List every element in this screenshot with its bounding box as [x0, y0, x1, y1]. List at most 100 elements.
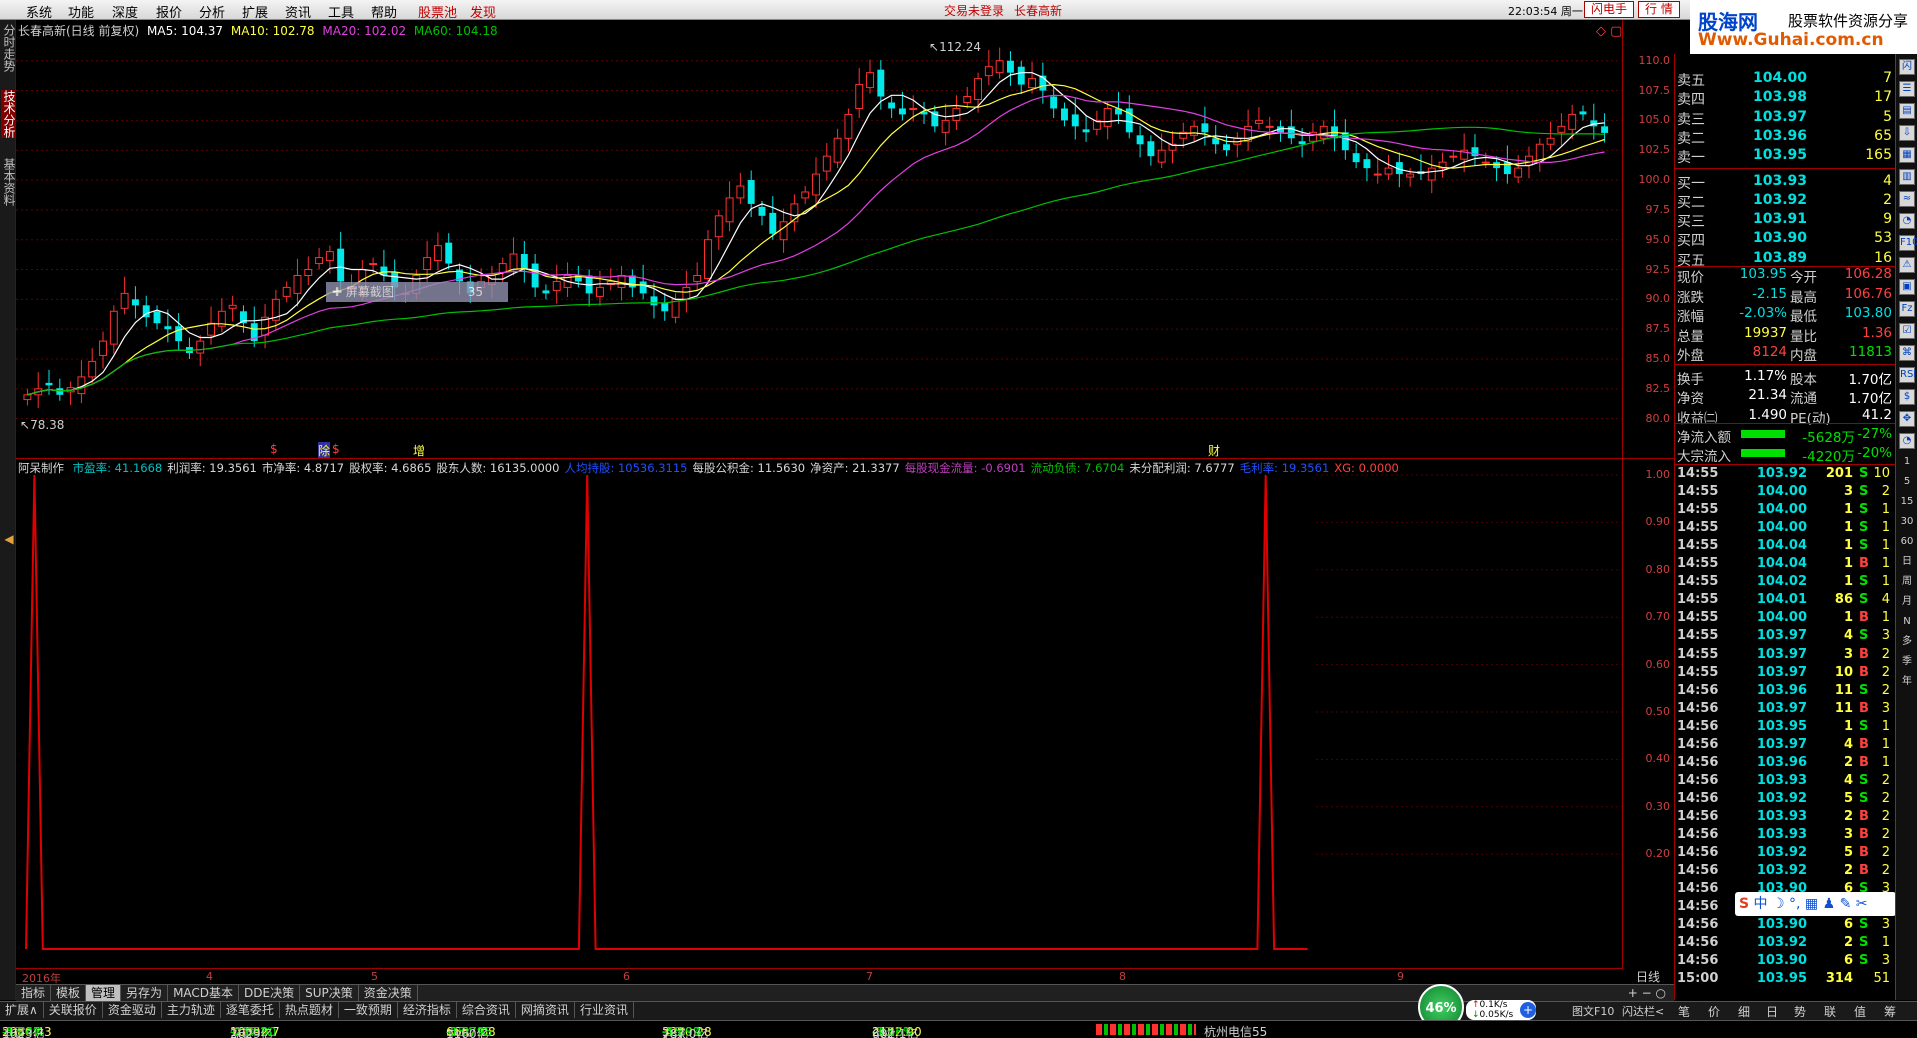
toolbar-icon[interactable]: 1: [1899, 455, 1915, 471]
toolbar-icon[interactable]: 月: [1899, 595, 1915, 611]
ask-row[interactable]: 卖二 103.96 65: [1675, 128, 1896, 147]
toolbar-icon[interactable]: ▣: [1899, 279, 1915, 295]
tab-save-as[interactable]: 另存为: [121, 985, 169, 1001]
toolbar-icon[interactable]: ▤: [1899, 103, 1915, 119]
toolbar-icon[interactable]: ▥: [1899, 169, 1915, 185]
toolbar-icon[interactable]: 周: [1899, 575, 1915, 591]
tab-tick[interactable]: 笔: [1678, 1003, 1690, 1020]
toolbar-icon[interactable]: 30: [1899, 515, 1915, 531]
toolbar-icon[interactable]: 季: [1899, 655, 1915, 671]
toolbar-icon[interactable]: ▦: [1899, 147, 1915, 163]
toolbar-icon[interactable]: 日: [1899, 555, 1915, 571]
tab-value[interactable]: 值: [1854, 1003, 1866, 1020]
tab-fund[interactable]: 资金决策: [359, 985, 418, 1001]
tab-macd[interactable]: MACD基本: [168, 985, 240, 1001]
event-mark-increase[interactable]: 增: [413, 442, 425, 459]
chart-corner-diamond-icon[interactable]: ◇ ▢: [1596, 24, 1622, 39]
bid-row[interactable]: 买三 103.91 9: [1675, 211, 1896, 230]
toolbar-icon[interactable]: RSI: [1899, 367, 1916, 383]
toolbar-icon[interactable]: 年: [1899, 675, 1915, 691]
menu-depth[interactable]: 深度: [112, 2, 138, 21]
tab-main-track[interactable]: 主力轨迹: [162, 1002, 221, 1018]
ask-row[interactable]: 卖四 103.98 17: [1675, 89, 1896, 108]
tab-related-quote[interactable]: 关联报价: [44, 1002, 103, 1018]
tab-trend[interactable]: 势: [1794, 1003, 1806, 1020]
quotes-button[interactable]: 行 情: [1638, 1, 1680, 18]
toolbar-icon[interactable]: ⌘: [1899, 345, 1915, 361]
menu-news[interactable]: 资讯: [285, 2, 311, 21]
tab-web-news[interactable]: 网摘资讯: [516, 1002, 575, 1018]
tab-day[interactable]: 日: [1766, 1003, 1778, 1020]
tab-economic[interactable]: 经济指标: [398, 1002, 457, 1018]
toolbar-icon[interactable]: N: [1899, 615, 1915, 631]
server-name[interactable]: 杭州电信55: [1204, 1023, 1267, 1038]
toolbar-icon[interactable]: ⚠: [1899, 257, 1915, 273]
tab-price[interactable]: 价: [1708, 1003, 1720, 1020]
tab-technical[interactable]: 技术分析: [1, 90, 16, 138]
toolbar-icon[interactable]: $: [1899, 389, 1915, 405]
tab-consensus[interactable]: 一致预期: [339, 1002, 398, 1018]
toolbar-icon[interactable]: ☑: [1899, 323, 1915, 339]
toolbar-icon[interactable]: ✥: [1899, 411, 1915, 427]
tab-link[interactable]: 联: [1824, 1003, 1836, 1020]
bid-row[interactable]: 买四 103.90 53: [1675, 230, 1896, 249]
tab-fundamentals[interactable]: 基本资料: [1, 158, 16, 206]
menu-help[interactable]: 帮助: [371, 2, 397, 21]
bid-row[interactable]: 买二 103.92 2: [1675, 192, 1896, 211]
event-mark-exright[interactable]: 除: [318, 442, 331, 459]
indicator-chart[interactable]: 阿呆制作 市盈率: 41.1668 利润率: 19.3561 市净率: 4.8717…: [16, 458, 1623, 968]
toolbar-icon[interactable]: 闪: [1899, 59, 1915, 75]
event-mark-dividend[interactable]: $: [270, 442, 278, 456]
tab-news[interactable]: 综合资讯: [457, 1002, 516, 1018]
flash-trade-button[interactable]: 闪电手: [1584, 1, 1635, 18]
toolbar-icon[interactable]: 15: [1899, 495, 1915, 511]
menu-analysis[interactable]: 分析: [199, 2, 225, 21]
menu-extend[interactable]: 扩展: [242, 2, 268, 21]
ask-row[interactable]: 卖五 104.00 7: [1675, 70, 1896, 89]
toolbar-icon[interactable]: ◔: [1899, 213, 1915, 229]
tab-detail[interactable]: 细: [1738, 1003, 1750, 1020]
menu-quote[interactable]: 报价: [156, 2, 182, 21]
event-mark-dividend[interactable]: $: [332, 442, 340, 456]
tab-hot-topic[interactable]: 热点题材: [280, 1002, 339, 1018]
toolbar-icon[interactable]: ⇩: [1899, 125, 1915, 141]
toolbar-icon[interactable]: 60: [1899, 535, 1915, 551]
tab-extend[interactable]: 扩展∧: [0, 1002, 44, 1018]
toolbar-icon[interactable]: ◔: [1899, 433, 1915, 449]
menu-system[interactable]: 系统: [26, 2, 52, 21]
tab-order-detail[interactable]: 逐笔委托: [221, 1002, 280, 1018]
toolbar-icon[interactable]: Fz: [1899, 301, 1915, 317]
ask-row[interactable]: 卖一 103.95 165: [1675, 147, 1896, 166]
zoom-controls[interactable]: + − ○: [1628, 986, 1666, 1000]
collapse-arrow-icon[interactable]: ◀: [1, 532, 16, 546]
tab-intraday[interactable]: 分时走势: [1, 24, 16, 72]
menu-function[interactable]: 功能: [68, 2, 94, 21]
tab-flash-bar[interactable]: 闪达栏<: [1622, 1003, 1664, 1019]
screenshot-tooltip[interactable]: ✚ 屏幕截图 35: [326, 282, 508, 302]
toolbar-icon[interactable]: ≈: [1899, 191, 1915, 207]
tab-sup[interactable]: SUP决策: [300, 985, 359, 1001]
tab-industry-news[interactable]: 行业资讯: [575, 1002, 634, 1018]
tab-template[interactable]: 模板: [51, 985, 87, 1001]
period-label[interactable]: 日线: [1622, 968, 1674, 984]
tab-f10[interactable]: 图文F10: [1572, 1003, 1614, 1019]
bid-row[interactable]: 买一 103.93 4: [1675, 173, 1896, 192]
toolbar-icon[interactable]: 5: [1899, 475, 1915, 491]
tab-dde[interactable]: DDE决策: [239, 985, 301, 1001]
tab-indicator[interactable]: 指标: [16, 985, 52, 1001]
toolbar-icon[interactable]: F10: [1899, 235, 1917, 251]
toolbar-icon[interactable]: ☰: [1899, 81, 1915, 97]
ask-row[interactable]: 卖三 103.97 5: [1675, 109, 1896, 128]
menu-tools[interactable]: 工具: [328, 2, 354, 21]
tab-chips[interactable]: 筹: [1884, 1003, 1896, 1020]
add-icon[interactable]: +: [1520, 1002, 1536, 1018]
event-mark-finance[interactable]: 财: [1208, 442, 1220, 459]
kline-chart[interactable]: 长春高新(日线 前复权) MA5: 104.37 MA10: 102.78 MA…: [16, 20, 1623, 459]
trade-status[interactable]: 交易未登录: [944, 2, 1004, 19]
menu-discover[interactable]: 发现: [470, 2, 496, 21]
tab-fund-driver[interactable]: 资金驱动: [103, 1002, 162, 1018]
tab-manage[interactable]: 管理: [86, 985, 122, 1001]
toolbar-icon[interactable]: 多: [1899, 635, 1915, 651]
menu-stock-pool[interactable]: 股票池: [418, 2, 457, 21]
ime-toolbar[interactable]: S 中 ☽ °, ▦ ♟ ✎ ✂: [1735, 892, 1896, 916]
